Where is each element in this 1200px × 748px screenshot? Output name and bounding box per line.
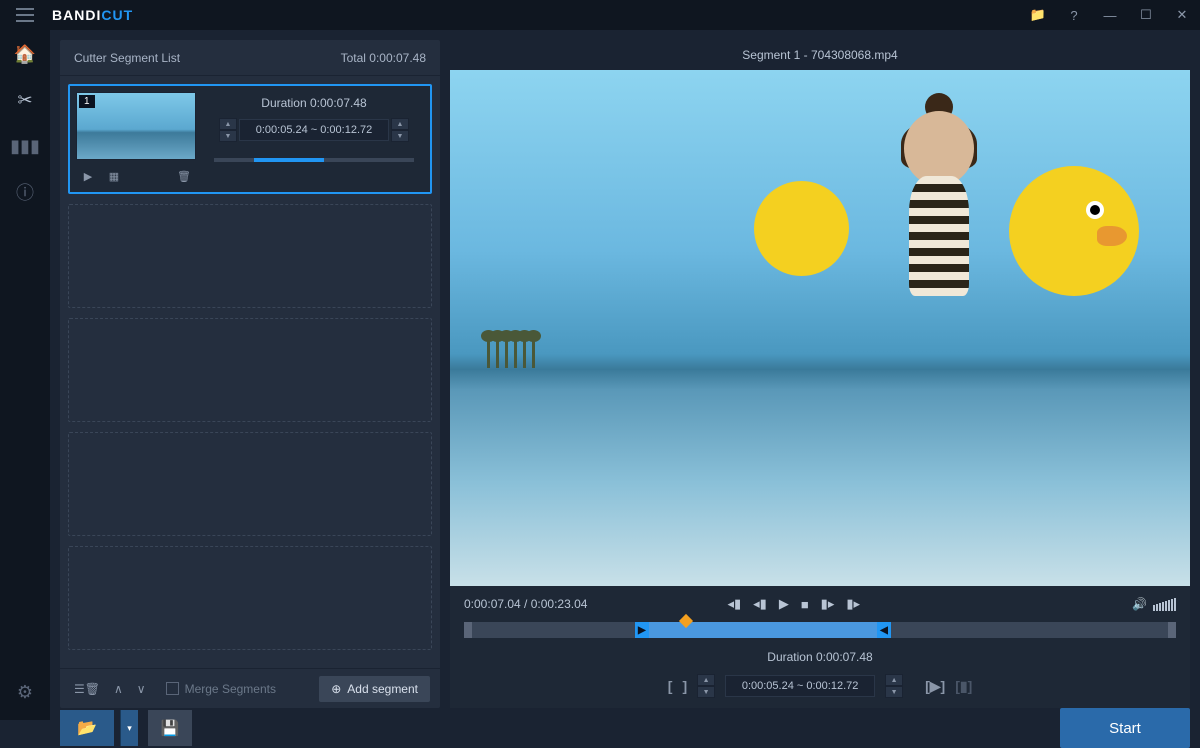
frame-fwd-icon[interactable]: ▮▸ <box>821 596 835 612</box>
list-delete-icon[interactable]: ☰🗑 <box>70 678 104 700</box>
preview-duration-label: Duration 0:00:07.48 <box>767 650 872 664</box>
segment-thumbnail: 1 <box>76 92 196 160</box>
move-up-icon[interactable]: ∧ <box>110 678 127 700</box>
info-icon[interactable]: ⓘ <box>13 180 37 204</box>
preview-title: Segment 1 - 704308068.mp4 <box>450 40 1190 70</box>
segment-index-badge: 1 <box>79 95 95 108</box>
preview-start-up[interactable]: ▲ <box>697 674 715 686</box>
skip-fwd-icon[interactable]: ▮▸ <box>846 596 860 612</box>
empty-segment-slot <box>68 432 432 536</box>
stop-icon[interactable]: ■ <box>801 597 809 612</box>
maximize-button[interactable]: ☐ <box>1128 0 1164 30</box>
play-range-button[interactable]: [▶] <box>925 678 945 695</box>
playback-time: 0:00:07.04 / 0:00:23.04 <box>464 597 587 611</box>
start-up-button[interactable]: ▲ <box>219 118 237 130</box>
delete-segment-button[interactable]: 🗑 <box>172 166 196 186</box>
join-icon[interactable]: ▮▮▮ <box>13 134 37 158</box>
play-icon[interactable]: ▶ <box>779 596 789 612</box>
play-segment-button[interactable]: ▶ <box>76 166 100 186</box>
menu-icon[interactable] <box>10 0 40 30</box>
help-button[interactable]: ? <box>1056 0 1092 30</box>
preview-time-range[interactable]: 0:00:05.24 ~ 0:00:12.72 <box>725 675 875 697</box>
preview-start-down[interactable]: ▼ <box>697 686 715 698</box>
segment-mini-timeline[interactable] <box>214 158 414 162</box>
close-button[interactable]: ✕ <box>1164 0 1200 30</box>
open-file-dropdown[interactable]: ▾ <box>120 710 138 746</box>
home-icon[interactable]: 🏠 <box>13 42 37 66</box>
start-button[interactable]: Start <box>1060 708 1190 748</box>
timeline-end-handle[interactable]: ◀ <box>877 622 891 638</box>
empty-segment-slot <box>68 318 432 422</box>
grid-button[interactable]: ▦ <box>102 166 126 186</box>
minimize-button[interactable]: — <box>1092 0 1128 30</box>
empty-segment-slot <box>68 546 432 650</box>
total-duration: Total 0:00:07.48 <box>341 51 426 65</box>
empty-segment-slot <box>68 204 432 308</box>
skip-back-icon[interactable]: ◂▮ <box>727 596 741 612</box>
preview-end-down[interactable]: ▼ <box>885 686 903 698</box>
mark-out-button[interactable]: ] <box>682 678 687 694</box>
add-segment-button[interactable]: ⊕Add segment <box>319 676 430 702</box>
main-timeline[interactable]: ▶ ◀ <box>464 622 1176 638</box>
volume-icon[interactable]: 🔊 <box>1132 597 1147 611</box>
mark-in-button[interactable]: [ <box>668 678 673 694</box>
merge-segments-checkbox[interactable]: Merge Segments <box>166 682 276 696</box>
app-logo: BANDICUT <box>52 7 133 23</box>
segment-list-title: Cutter Segment List <box>74 51 180 65</box>
end-down-button[interactable]: ▼ <box>391 130 409 142</box>
timeline-start-handle[interactable]: ▶ <box>635 622 649 638</box>
segment-item[interactable]: 1 ▶ ▦ 🗑 Duration 0:00:07.48 ▲▼ <box>68 84 432 194</box>
preview-end-up[interactable]: ▲ <box>885 674 903 686</box>
start-down-button[interactable]: ▼ <box>219 130 237 142</box>
range-view-button[interactable]: [▮] <box>955 678 972 695</box>
settings-icon[interactable]: ⚙ <box>13 680 37 704</box>
open-folder-button[interactable]: 📁 <box>1020 0 1056 30</box>
frame-back-icon[interactable]: ◂▮ <box>753 596 767 612</box>
segment-duration-label: Duration 0:00:07.48 <box>261 96 366 110</box>
volume-slider[interactable] <box>1153 598 1176 611</box>
save-button[interactable]: 💾 <box>148 710 192 746</box>
move-down-icon[interactable]: ∨ <box>133 678 150 700</box>
segment-time-range[interactable]: 0:00:05.24 ~ 0:00:12.72 <box>239 119 389 141</box>
open-file-button[interactable]: 📂 <box>60 710 114 746</box>
video-preview[interactable] <box>450 70 1190 586</box>
cut-icon[interactable]: ✂ <box>13 88 37 112</box>
end-up-button[interactable]: ▲ <box>391 118 409 130</box>
